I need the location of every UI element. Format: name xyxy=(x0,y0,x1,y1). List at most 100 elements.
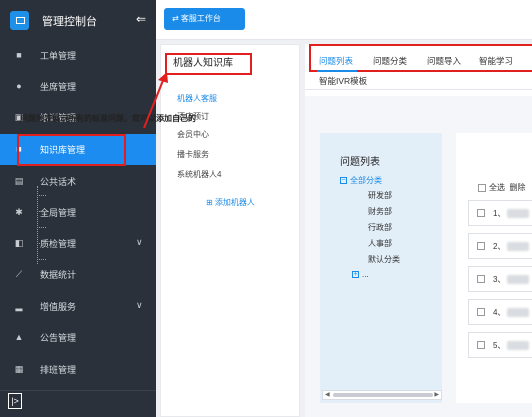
expand-icon[interactable]: + xyxy=(352,271,359,279)
tree-tick xyxy=(37,195,46,196)
question-tree-panel: 问题列表 xyxy=(320,133,442,403)
collapse-sidebar-icon[interactable]: ⇐ xyxy=(136,12,146,26)
question-row[interactable]: 1、 xyxy=(468,200,532,226)
row-checkbox[interactable] xyxy=(477,341,485,349)
robot-item[interactable]: 机器人客服 xyxy=(177,93,217,104)
robot-kb-panel: 机器人知识库 机器人客服 酒店预订 会员中心 播卡服务 系统机器人4 ⊞ 添加机… xyxy=(160,44,300,417)
user-icon: ● xyxy=(16,81,22,91)
tree-node-label: ... xyxy=(362,270,369,279)
redacted-text xyxy=(507,275,529,284)
question-list-title: 问题列表 xyxy=(340,157,380,168)
row-number: 5、 xyxy=(493,341,506,350)
bar-icon: ▂ xyxy=(15,301,23,311)
sidebar-item-announcements[interactable]: ▲ 公告管理 xyxy=(0,322,156,353)
tree-node[interactable]: 默认分类 xyxy=(368,254,400,265)
scrollbar-thumb[interactable] xyxy=(333,393,433,397)
scroll-right-icon[interactable]: ▶ xyxy=(434,391,439,399)
sidebar-item-scheduling[interactable]: ▦ 排班管理 xyxy=(0,354,156,385)
tab-ivr-template[interactable]: 智能IVR模板 xyxy=(319,75,367,87)
quality-icon: ◧ xyxy=(14,238,24,248)
sidebar-footer: |> xyxy=(0,390,156,417)
sidebar: 管理控制台 ⇐ ■ 工单管理 ● 坐席管理 ▣ 培训管理 ■ 知识库管理 ▤ 公… xyxy=(0,0,156,417)
expand-icon[interactable]: |> xyxy=(8,393,22,409)
tab-question-import[interactable]: 问题导入 xyxy=(427,55,461,67)
sidebar-item-quality[interactable]: ◧ 质检管理 ∨ xyxy=(0,228,156,259)
select-all-toolbar: 全选 删除 xyxy=(478,182,525,193)
file-icon: ■ xyxy=(16,50,22,60)
sidebar-item-value-added[interactable]: ▂ 增值服务 ∨ xyxy=(0,291,156,322)
sidebar-item-tickets[interactable]: ■ 工单管理 xyxy=(0,40,156,71)
redacted-text xyxy=(507,209,529,218)
robot-item[interactable]: 会员中心 xyxy=(177,129,209,140)
row-checkbox[interactable] xyxy=(477,308,485,316)
row-checkbox[interactable] xyxy=(477,242,485,250)
tab-question-list[interactable]: 问题列表 xyxy=(319,55,353,67)
robot-item[interactable]: 系统机器人4 xyxy=(177,169,221,180)
row-number: 4、 xyxy=(493,308,506,317)
row-number: 2、 xyxy=(493,242,506,251)
row-checkbox[interactable] xyxy=(477,209,485,217)
annotation-highlight-box xyxy=(17,134,126,166)
horizontal-scrollbar[interactable]: ◀ ▶ xyxy=(322,390,442,400)
tree-connector xyxy=(37,186,38,264)
tree-tick xyxy=(37,243,46,244)
calendar-icon: ▦ xyxy=(14,364,24,374)
top-bar: ⇄ 客服工作台 xyxy=(156,0,532,40)
tree-node-more[interactable]: +... xyxy=(352,270,369,279)
tree-root-all[interactable]: − 全部分类 xyxy=(340,175,382,186)
tree-root-label: 全部分类 xyxy=(350,176,382,185)
sidebar-item-scripts[interactable]: ▤ 公共话术 xyxy=(0,166,156,197)
sidebar-item-label: 公共话术 xyxy=(40,177,77,187)
sidebar-item-label: 坐席管理 xyxy=(40,82,77,92)
sidebar-header: 管理控制台 ⇐ xyxy=(0,0,156,40)
annotation-arrow-icon xyxy=(143,72,168,129)
delete-button[interactable]: 删除 xyxy=(509,183,525,192)
sidebar-item-label: 全局管理 xyxy=(40,208,77,218)
console-logo-icon xyxy=(10,11,29,30)
sidebar-item-label: 增值服务 xyxy=(40,302,77,312)
add-robot-button[interactable]: ⊞ 添加机器人 xyxy=(206,197,255,208)
chevron-down-icon: ∨ xyxy=(136,237,143,247)
collapse-icon[interactable]: − xyxy=(340,177,347,185)
tree-tick xyxy=(37,259,46,260)
tab-smart-learning[interactable]: 智能学习 xyxy=(479,55,513,67)
tree-node[interactable]: 行政部 xyxy=(368,222,392,233)
tree-node[interactable]: 财务部 xyxy=(368,206,392,217)
tab-question-category[interactable]: 问题分类 xyxy=(373,55,407,67)
scroll-left-icon[interactable]: ◀ xyxy=(325,391,330,399)
bell-icon: ▲ xyxy=(14,332,24,342)
question-row[interactable]: 4、 xyxy=(468,299,532,325)
redacted-text xyxy=(507,341,529,350)
question-row[interactable]: 3、 xyxy=(468,266,532,292)
gear-icon: ✱ xyxy=(15,207,23,217)
sidebar-item-agents[interactable]: ● 坐席管理 xyxy=(0,71,156,102)
redacted-text xyxy=(507,242,529,251)
sidebar-item-global[interactable]: ✱ 全局管理 xyxy=(0,197,156,228)
script-icon: ▤ xyxy=(14,176,24,186)
agent-workbench-button[interactable]: ⇄ 客服工作台 xyxy=(164,8,245,30)
active-tab-indicator xyxy=(317,70,357,72)
select-all-label: 全选 xyxy=(489,183,505,192)
tree-node[interactable]: 研发部 xyxy=(368,190,392,201)
tree-tick xyxy=(37,211,46,212)
robot-item[interactable]: 播卡服务 xyxy=(177,149,209,160)
row-checkbox[interactable] xyxy=(477,275,485,283)
sidebar-item-label: 工单管理 xyxy=(40,51,77,61)
sidebar-item-label: 公告管理 xyxy=(40,333,77,343)
question-row[interactable]: 2、 xyxy=(468,233,532,259)
chevron-down-icon: ∨ xyxy=(136,300,143,310)
question-row[interactable]: 5、 xyxy=(468,332,532,358)
robot-kb-title: 机器人知识库 xyxy=(165,53,252,75)
row-number: 3、 xyxy=(493,275,506,284)
tab-bar: 问题列表 问题分类 问题导入 智能学习 xyxy=(309,44,532,72)
redacted-text xyxy=(507,308,529,317)
console-title: 管理控制台 xyxy=(42,16,97,28)
tree-tick xyxy=(37,227,46,228)
row-number: 1、 xyxy=(493,209,506,218)
chart-icon: ⟋ xyxy=(15,269,23,279)
sidebar-item-label: 排班管理 xyxy=(40,365,77,375)
select-all-checkbox[interactable] xyxy=(478,183,486,192)
sidebar-item-label: 数据统计 xyxy=(40,270,77,280)
tree-node[interactable]: 人事部 xyxy=(368,238,392,249)
sidebar-item-statistics[interactable]: ⟋ 数据统计 xyxy=(0,259,156,290)
